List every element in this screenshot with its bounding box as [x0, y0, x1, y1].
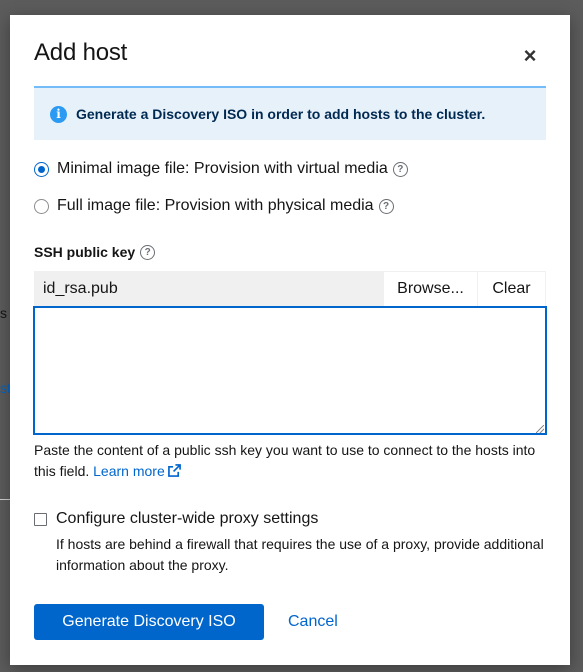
proxy-checkbox[interactable] [34, 512, 47, 526]
alert-message: Generate a Discovery ISO in order to add… [76, 106, 486, 122]
close-icon[interactable]: × [520, 45, 540, 67]
radio-button-selected[interactable] [34, 161, 49, 177]
background-text-fragment: s [0, 305, 7, 321]
cancel-button[interactable]: Cancel [288, 604, 338, 640]
radio-label[interactable]: Minimal image file: Provision with virtu… [57, 160, 388, 178]
radio-button[interactable] [34, 198, 49, 214]
file-upload: id_rsa.pub Browse... Clear [34, 271, 546, 307]
ssh-helper-text: Paste the content of a public ssh key yo… [34, 440, 546, 482]
info-icon: i [50, 105, 67, 123]
external-link-icon [167, 464, 181, 477]
learn-more-link[interactable]: Learn more [93, 463, 181, 479]
modal-title: Add host [34, 39, 128, 66]
ssh-key-label: SSH public key ? [34, 244, 156, 260]
help-icon[interactable]: ? [378, 198, 394, 214]
ssh-key-textarea[interactable] [33, 306, 547, 435]
resize-handle[interactable] [536, 425, 544, 433]
generate-iso-button[interactable]: Generate Discovery ISO [34, 604, 264, 640]
radio-label[interactable]: Full image file: Provision with physical… [57, 197, 374, 215]
ssh-key-label-text: SSH public key [34, 244, 136, 260]
browse-button[interactable]: Browse... [383, 271, 477, 307]
radio-full-image[interactable]: Full image file: Provision with physical… [34, 197, 394, 215]
file-name-field: id_rsa.pub [34, 271, 383, 307]
learn-more-label[interactable]: Learn more [93, 463, 165, 479]
proxy-description: If hosts are behind a firewall that requ… [56, 536, 544, 573]
clear-button[interactable]: Clear [477, 271, 546, 307]
info-alert: i Generate a Discovery ISO in order to a… [34, 86, 546, 140]
help-icon[interactable]: ? [140, 244, 156, 260]
proxy-checkbox-label[interactable]: Configure cluster-wide proxy settings [56, 510, 318, 528]
help-icon[interactable]: ? [392, 161, 408, 177]
add-host-modal: Add host × i Generate a Discovery ISO in… [10, 15, 570, 665]
proxy-checkbox-row[interactable]: Configure cluster-wide proxy settings [34, 510, 318, 528]
background-divider [0, 499, 10, 500]
radio-minimal-image[interactable]: Minimal image file: Provision with virtu… [34, 160, 408, 178]
